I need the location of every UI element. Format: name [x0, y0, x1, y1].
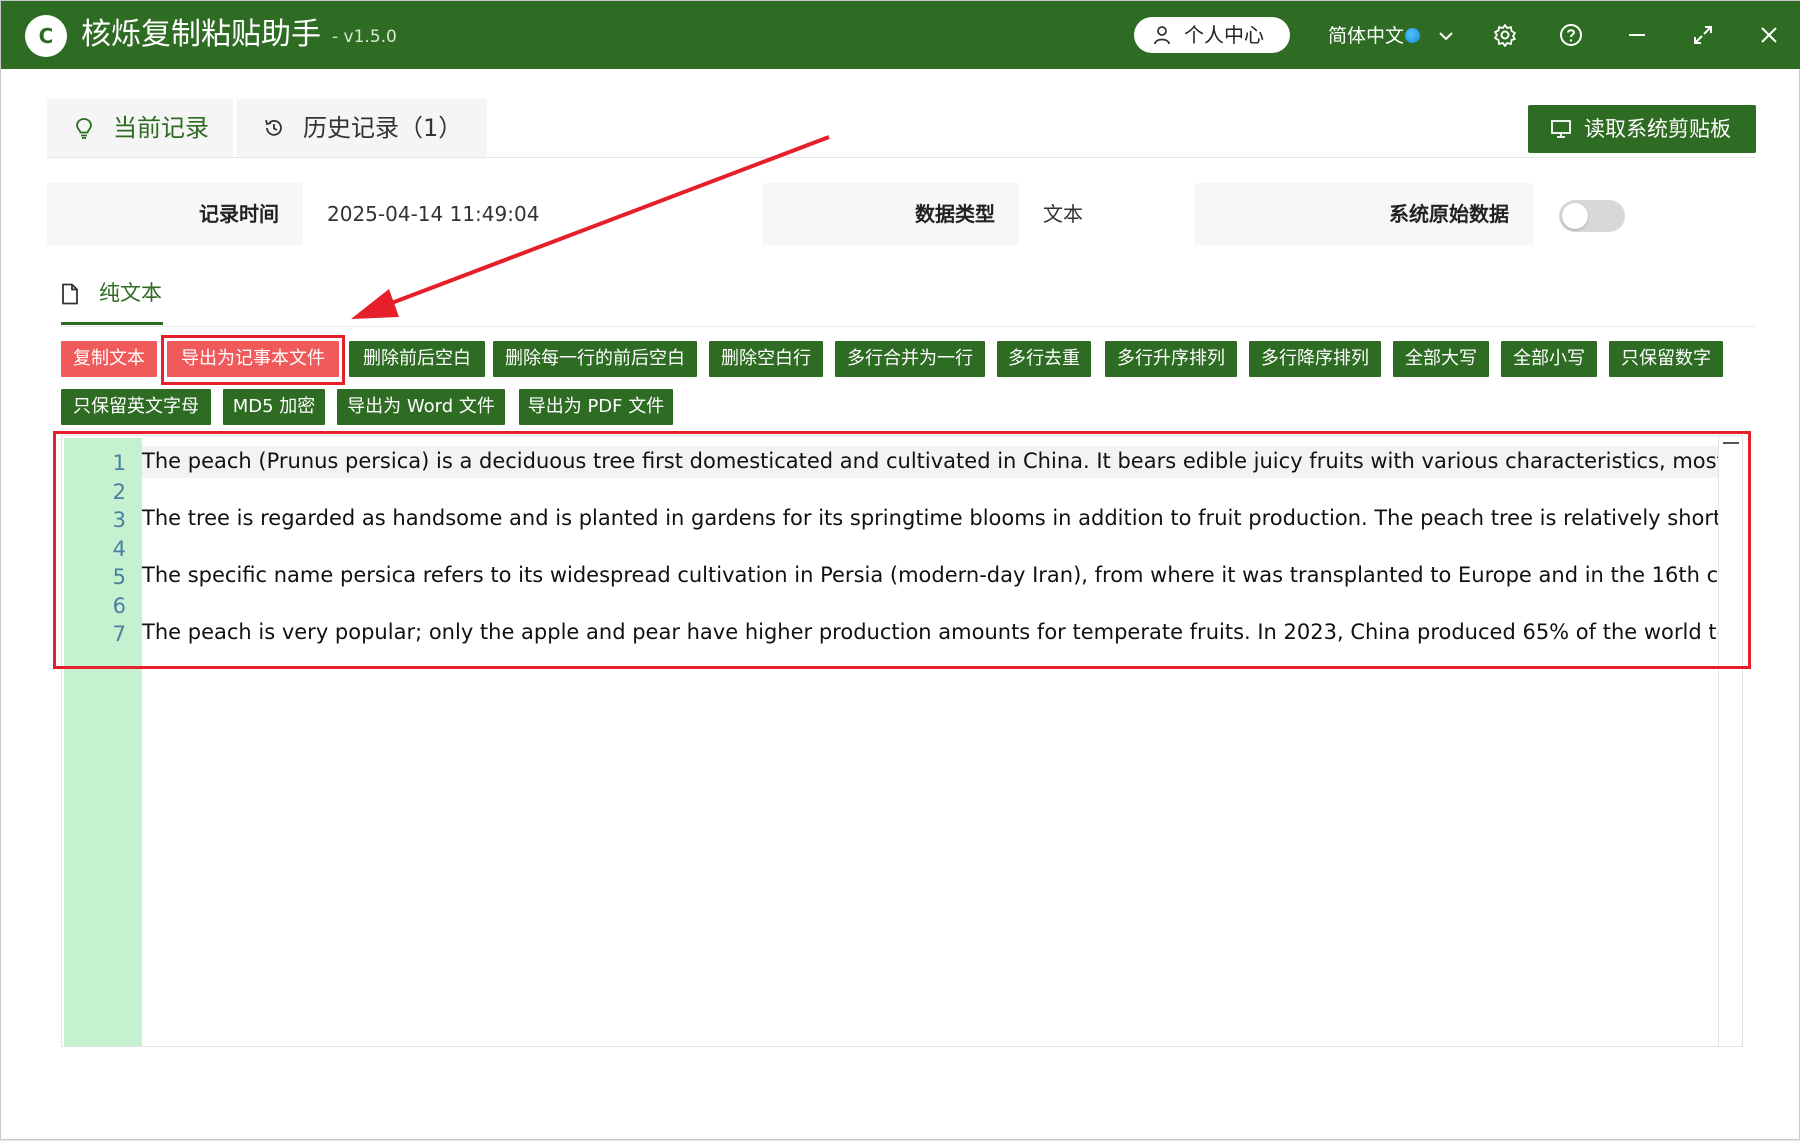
action-toolbar: 复制文本 导出为记事本文件 删除前后空白 删除每一行的前后空白 删除空白行 多行…	[61, 341, 1761, 431]
tab-current-label: 当前记录	[113, 114, 209, 142]
text-line: The peach (Prunus persica) is a deciduou…	[142, 449, 1718, 473]
language-selector[interactable]: 简体中文	[1328, 23, 1404, 49]
keep-digits-button[interactable]: 只保留数字	[1609, 341, 1723, 377]
file-icon	[62, 283, 78, 305]
user-center-button[interactable]: 个人中心	[1134, 17, 1290, 53]
data-type-value: 文本	[1019, 183, 1195, 245]
app-title: 核烁复制粘贴助手	[81, 17, 321, 52]
remove-blank-lines-button[interactable]: 删除空白行	[709, 341, 823, 377]
line-number: 1	[112, 451, 126, 475]
vertical-scrollbar[interactable]	[1718, 436, 1742, 1046]
line-number: 7	[112, 622, 126, 646]
md5-encrypt-button[interactable]: MD5 加密	[223, 389, 325, 425]
line-number-gutter: 1 2 3 4 5 6 7	[64, 438, 142, 1046]
monitor-icon	[1551, 120, 1571, 138]
sort-ascending-button[interactable]: 多行升序排列	[1105, 341, 1237, 377]
tab-history-record[interactable]: 历史记录（1）	[237, 99, 487, 157]
record-info-row: 记录时间 2025-04-14 11:49:04 数据类型 文本 系统原始数据	[47, 183, 1755, 245]
toggle-knob	[1562, 203, 1588, 229]
trim-each-line-button[interactable]: 删除每一行的前后空白	[493, 341, 697, 377]
plain-text-label: 纯文本	[99, 281, 162, 305]
gear-icon[interactable]	[1493, 23, 1517, 47]
lowercase-button[interactable]: 全部小写	[1501, 341, 1597, 377]
data-type-label: 数据类型	[763, 183, 1019, 245]
text-line: The peach is very popular; only the appl…	[142, 620, 1718, 644]
text-line: The tree is regarded as handsome and is …	[142, 506, 1718, 530]
user-icon	[1154, 26, 1170, 45]
globe-icon	[1405, 28, 1420, 43]
keep-letters-button[interactable]: 只保留英文字母	[61, 389, 211, 425]
dedupe-lines-button[interactable]: 多行去重	[997, 341, 1091, 377]
record-time-value: 2025-04-14 11:49:04	[303, 183, 763, 245]
close-icon[interactable]	[1757, 23, 1781, 47]
app-window: C 核烁复制粘贴助手 - v1.5.0 个人中心 简体中文 当前记录 历史记录（…	[0, 0, 1800, 1140]
lightbulb-icon	[76, 118, 92, 139]
record-time-label: 记录时间	[47, 183, 303, 245]
text-line: The specific name persica refers to its …	[142, 563, 1718, 587]
line-number: 5	[112, 565, 126, 589]
minimize-icon[interactable]	[1625, 23, 1649, 47]
app-logo: C	[25, 15, 67, 57]
copy-text-button[interactable]: 复制文本	[61, 341, 157, 377]
app-version: - v1.5.0	[332, 27, 397, 47]
maximize-icon[interactable]	[1691, 23, 1715, 47]
trim-whitespace-button[interactable]: 删除前后空白	[349, 341, 485, 377]
tabs-divider	[47, 157, 1755, 158]
tab-plain-text[interactable]: 纯文本	[61, 273, 163, 325]
export-pdf-button[interactable]: 导出为 PDF 文件	[519, 389, 673, 425]
read-clipboard-label: 读取系统剪贴板	[1584, 117, 1731, 141]
export-notepad-button[interactable]: 导出为记事本文件	[167, 341, 339, 377]
sort-descending-button[interactable]: 多行降序排列	[1249, 341, 1381, 377]
tab-history-label: 历史记录（1）	[303, 114, 463, 142]
user-center-label: 个人中心	[1184, 23, 1264, 47]
title-bar: C 核烁复制粘贴助手 - v1.5.0 个人中心 简体中文	[1, 1, 1800, 69]
line-number: 3	[112, 508, 126, 532]
scrollbar-thumb[interactable]	[1723, 442, 1739, 444]
tab-current-record[interactable]: 当前记录	[47, 99, 233, 157]
chevron-down-icon[interactable]	[1437, 27, 1455, 45]
editor-content: 1 2 3 4 5 6 7 The peach (Prunus persica)…	[62, 436, 1718, 1046]
line-number: 6	[112, 594, 126, 618]
merge-lines-button[interactable]: 多行合并为一行	[835, 341, 985, 377]
text-editor[interactable]: 1 2 3 4 5 6 7 The peach (Prunus persica)…	[61, 435, 1743, 1047]
raw-data-label: 系统原始数据	[1195, 183, 1533, 245]
help-icon[interactable]	[1559, 23, 1583, 47]
raw-data-toggle[interactable]	[1559, 200, 1625, 232]
read-clipboard-button[interactable]: 读取系统剪贴板	[1528, 105, 1756, 153]
line-number: 4	[112, 537, 126, 561]
history-icon	[265, 119, 282, 136]
uppercase-button[interactable]: 全部大写	[1393, 341, 1489, 377]
line-number: 2	[112, 480, 126, 504]
subtab-divider	[61, 326, 1755, 327]
export-word-button[interactable]: 导出为 Word 文件	[337, 389, 505, 425]
